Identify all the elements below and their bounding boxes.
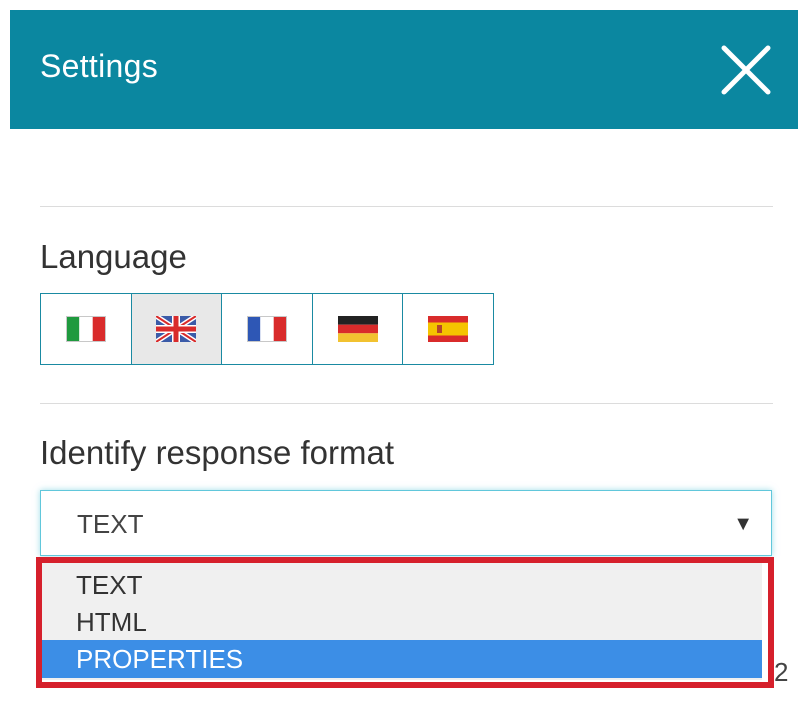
section-divider [40,206,773,207]
uk-flag-icon [156,316,197,342]
language-option-english[interactable] [131,294,223,364]
dialog-header: Settings [10,10,798,129]
dropdown-arrow-icon: ▼ [733,513,753,535]
language-option-spanish[interactable] [403,294,493,364]
dropdown-option-properties[interactable]: PROPERTIES [40,640,762,678]
language-label: Language [40,238,187,275]
close-icon [721,45,771,95]
dialog-title: Settings [40,48,159,84]
spain-flag-icon [428,316,469,342]
dropdown-option-text[interactable]: TEXT [40,566,762,604]
language-option-german[interactable] [312,294,404,364]
settings-dialog: Settings Language Identify response form… [0,0,798,726]
germany-flag-icon [337,316,378,342]
italy-flag-icon [65,316,106,342]
section-divider [40,403,773,404]
response-format-selected-value: TEXT [77,509,144,539]
response-format-select[interactable]: TEXT ▼ [40,490,772,556]
clipped-text: 2 [774,657,789,687]
france-flag-icon [246,316,287,342]
language-option-french[interactable] [222,294,313,364]
language-selector [40,293,494,365]
response-format-dropdown: TEXT HTML PROPERTIES [40,560,762,680]
dropdown-option-html[interactable]: HTML [40,603,762,641]
language-option-italian[interactable] [41,294,132,364]
close-button[interactable] [718,42,774,98]
response-format-label: Identify response format [40,434,395,471]
